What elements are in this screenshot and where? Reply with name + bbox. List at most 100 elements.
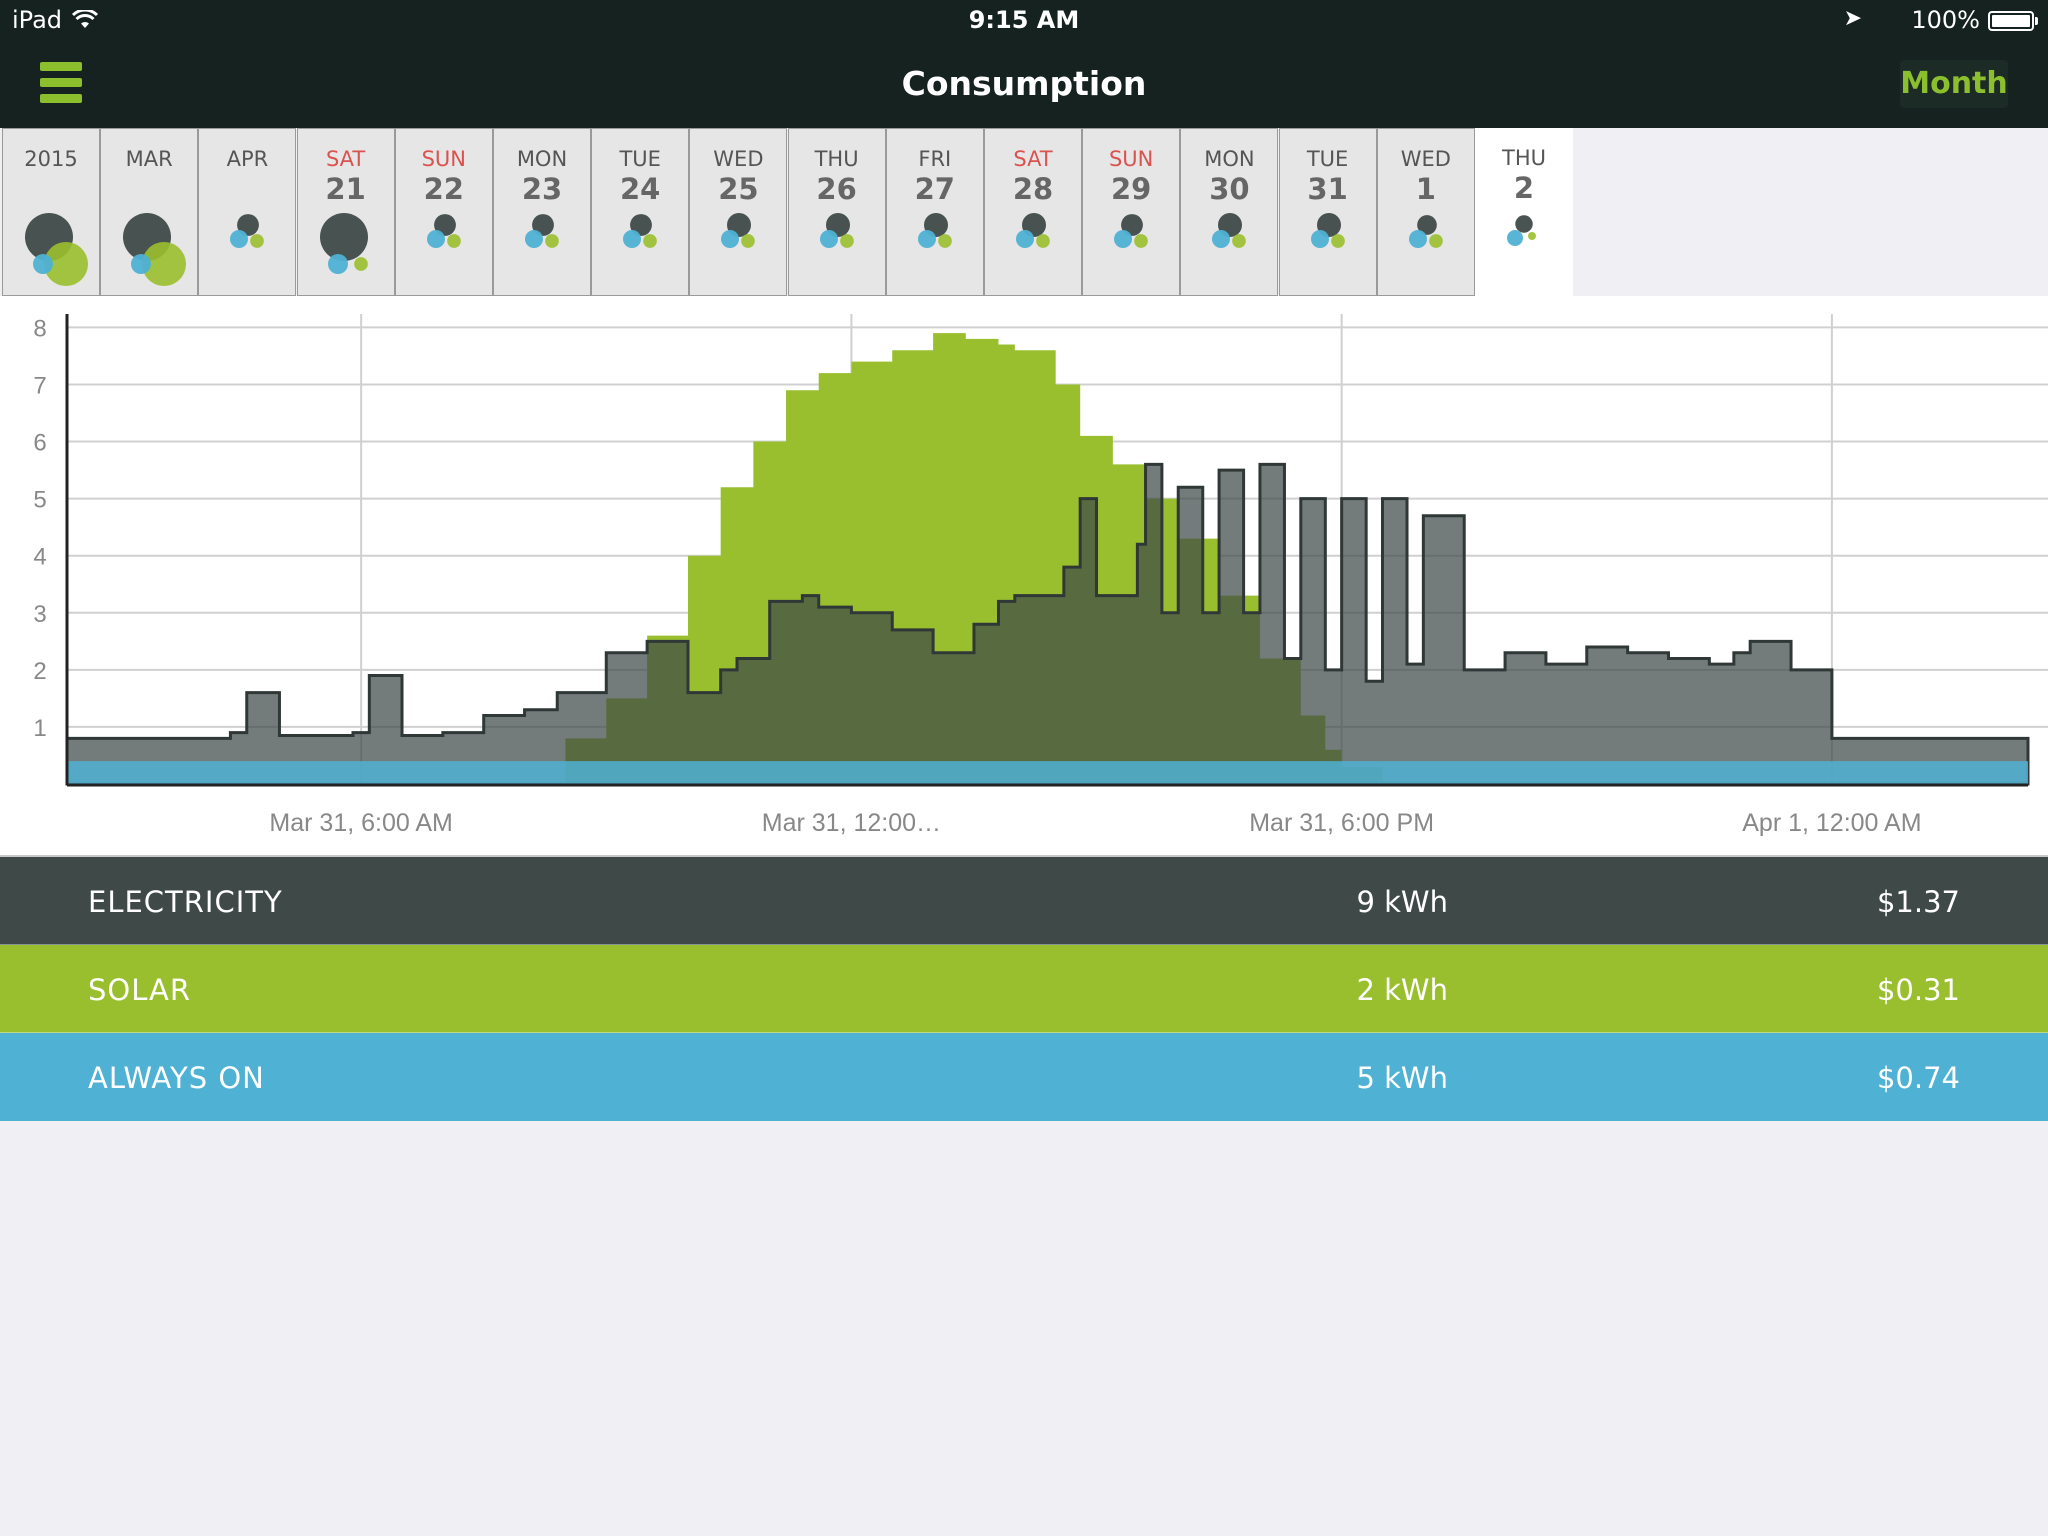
y-tick-label: 2 — [33, 658, 46, 685]
always-on-bubble — [327, 254, 348, 274]
y-tick-label: 3 — [33, 601, 46, 628]
y-tick-label: 7 — [33, 372, 46, 399]
clock: 9:15 AM — [968, 6, 1080, 34]
always-on-bubble — [721, 230, 740, 248]
legend-kwh: 9 kWh — [1356, 885, 1448, 919]
always-on-bubble — [1114, 230, 1133, 248]
day-cell[interactable]: THU 2 — [1475, 128, 1573, 296]
solar-bubble — [1428, 234, 1443, 248]
always-on-bubble — [426, 230, 445, 248]
usage-bubbles — [426, 214, 461, 248]
solar-bubble — [643, 234, 658, 248]
usage-bubbles — [819, 213, 854, 248]
day-cell[interactable]: SUN 22 — [394, 128, 493, 296]
page-title: Consumption — [901, 64, 1147, 103]
legend-row-electricity[interactable]: ELECTRICITY 9 kWh $1.37 — [0, 857, 2048, 945]
always-on-bubble — [525, 230, 543, 248]
legend-name: ELECTRICITY — [88, 885, 283, 919]
status-bar: iPad 9:15 AM ➤ 100% — [0, 0, 2048, 40]
solar-bubble — [446, 234, 461, 248]
solar-bubble — [1036, 234, 1050, 248]
consumption-chart: 1 2 3 4 5 6 7 8 Mar 31, 6:00 AM Mar 31, 12:00… Mar… — [0, 296, 2048, 856]
legend-row-solar[interactable]: SOLAR 2 kWh $0.31 — [0, 945, 2048, 1033]
battery-icon — [1988, 11, 2038, 31]
solar-bubble — [839, 234, 854, 248]
y-tick-label: 1 — [33, 715, 46, 742]
x-tick-label: Mar 31, 6:00 PM — [1249, 809, 1434, 837]
solar-bubble — [1232, 234, 1247, 248]
legend-kwh: 2 kWh — [1356, 973, 1448, 1007]
month-button[interactable]: Month — [1900, 60, 2008, 108]
nav-bar: Consumption Month — [0, 40, 2048, 128]
legend-name: SOLAR — [88, 973, 192, 1007]
solar-bubble — [1134, 234, 1149, 248]
solar-bubble — [741, 234, 756, 248]
usage-bubbles — [123, 213, 187, 286]
always-on-bubble — [623, 230, 642, 248]
legend-cost: $0.31 — [1876, 973, 1960, 1007]
y-tick-label: 8 — [33, 315, 46, 342]
usage-bubbles — [1016, 213, 1050, 248]
solar-bubble — [353, 257, 368, 271]
day-cell[interactable]: MAR — [100, 128, 199, 296]
y-tick-label: 5 — [33, 487, 46, 514]
day-cell[interactable]: MON 30 — [1180, 128, 1279, 296]
usage-bubbles — [25, 213, 88, 286]
legend-name: ALWAYS ON — [88, 1061, 265, 1095]
chart-svg: 1 2 3 4 5 6 7 8 Mar 31, 6:00 AM Mar 31, 12:00… Mar… — [33, 314, 2048, 837]
always-on-bubble — [819, 230, 838, 248]
usage-bubbles — [1114, 214, 1149, 248]
electricity-bubble — [1515, 215, 1533, 233]
usage-bubbles — [623, 214, 658, 248]
x-tick-label: Mar 31, 6:00 AM — [269, 809, 452, 837]
solar-bubble — [937, 234, 952, 248]
always-on-bubble — [131, 254, 152, 274]
day-cell[interactable]: FRI 27 — [885, 128, 984, 296]
usage-bubbles — [319, 213, 368, 274]
always-on-bubble — [1016, 230, 1034, 248]
x-tick-label: Mar 31, 12:00… — [762, 809, 941, 837]
battery-percent: 100% — [1911, 6, 1980, 34]
day-cell[interactable]: WED 1 — [1376, 128, 1475, 296]
solar-bubble — [545, 234, 559, 248]
y-tick-label: 4 — [33, 544, 46, 571]
always-on-bubble — [230, 230, 249, 248]
day-cell[interactable]: MON 23 — [493, 128, 591, 296]
x-tick-label: Apr 1, 12:00 AM — [1742, 809, 1921, 837]
day-cell[interactable]: TUE 31 — [1278, 128, 1377, 296]
legend-cost: $0.74 — [1876, 1061, 1960, 1095]
legend-kwh: 5 kWh — [1356, 1061, 1448, 1095]
usage-bubbles — [1310, 213, 1345, 248]
day-cell[interactable]: 2015 — [2, 128, 100, 296]
electricity-bubble — [319, 213, 368, 261]
solar-bubble — [1330, 234, 1345, 248]
solar-bubble — [1528, 232, 1536, 240]
day-cell[interactable]: TUE 24 — [591, 128, 690, 296]
always-on-bubble — [1212, 230, 1231, 248]
day-cell[interactable]: APR — [198, 128, 297, 296]
always-on-area — [67, 761, 2028, 784]
usage-bubbles — [230, 214, 265, 248]
usage-bubbles — [721, 213, 756, 248]
legend-row-always-on[interactable]: ALWAYS ON 5 kWh $0.74 — [0, 1033, 2048, 1121]
day-strip: 2015 MAR APR SAT 21 SUN 22 MON 23 TUE 24 WED 25 THU 26… — [0, 128, 2048, 296]
always-on-bubble — [1507, 230, 1523, 246]
day-cell[interactable]: WED 25 — [689, 128, 788, 296]
usage-bubbles — [1408, 215, 1443, 248]
legend-cost: $1.37 — [1876, 885, 1960, 919]
usage-bubbles — [1212, 213, 1247, 248]
always-on-bubble — [33, 254, 53, 274]
day-cell[interactable]: SAT 21 — [296, 128, 395, 296]
usage-bubbles — [1507, 215, 1536, 246]
always-on-bubble — [917, 230, 936, 248]
usage-bubbles — [917, 213, 952, 248]
day-cell[interactable]: SAT 28 — [984, 128, 1082, 296]
always-on-bubble — [1408, 230, 1427, 248]
day-cell[interactable]: SUN 29 — [1082, 128, 1181, 296]
y-tick-label: 6 — [33, 430, 46, 457]
always-on-bubble — [1310, 230, 1329, 248]
solar-bubble — [250, 234, 265, 248]
day-cell[interactable]: THU 26 — [787, 128, 886, 296]
usage-bubbles — [525, 214, 559, 248]
location-arrow-icon: ➤ — [1843, 6, 1862, 31]
